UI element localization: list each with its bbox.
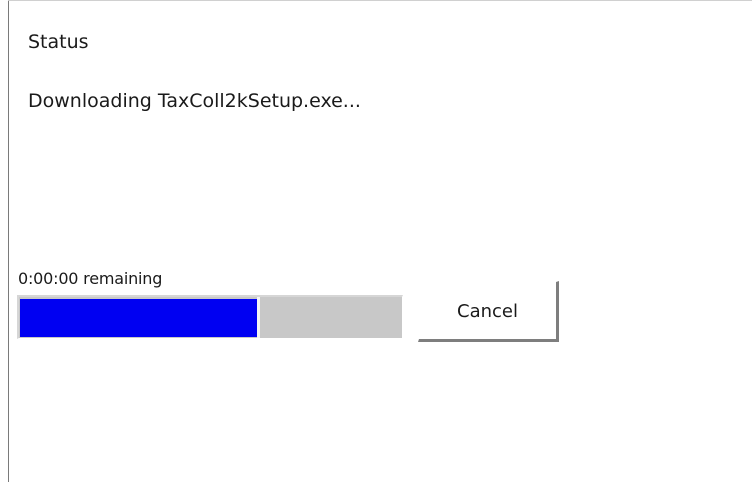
download-status-message: Downloading TaxColl2kSetup.exe... [28, 90, 361, 112]
cancel-button[interactable]: Cancel [418, 281, 559, 342]
download-status-dialog: Status Downloading TaxColl2kSetup.exe...… [0, 0, 752, 482]
dialog-left-border [8, 0, 9, 482]
download-progress-bar [17, 295, 403, 339]
progress-bar-fill [20, 299, 257, 337]
cancel-button-label: Cancel [457, 301, 518, 322]
status-heading: Status [28, 31, 89, 53]
time-remaining-label: 0:00:00 remaining [18, 269, 163, 288]
dialog-top-border [8, 0, 752, 1]
progress-fill-edge [257, 297, 260, 338]
